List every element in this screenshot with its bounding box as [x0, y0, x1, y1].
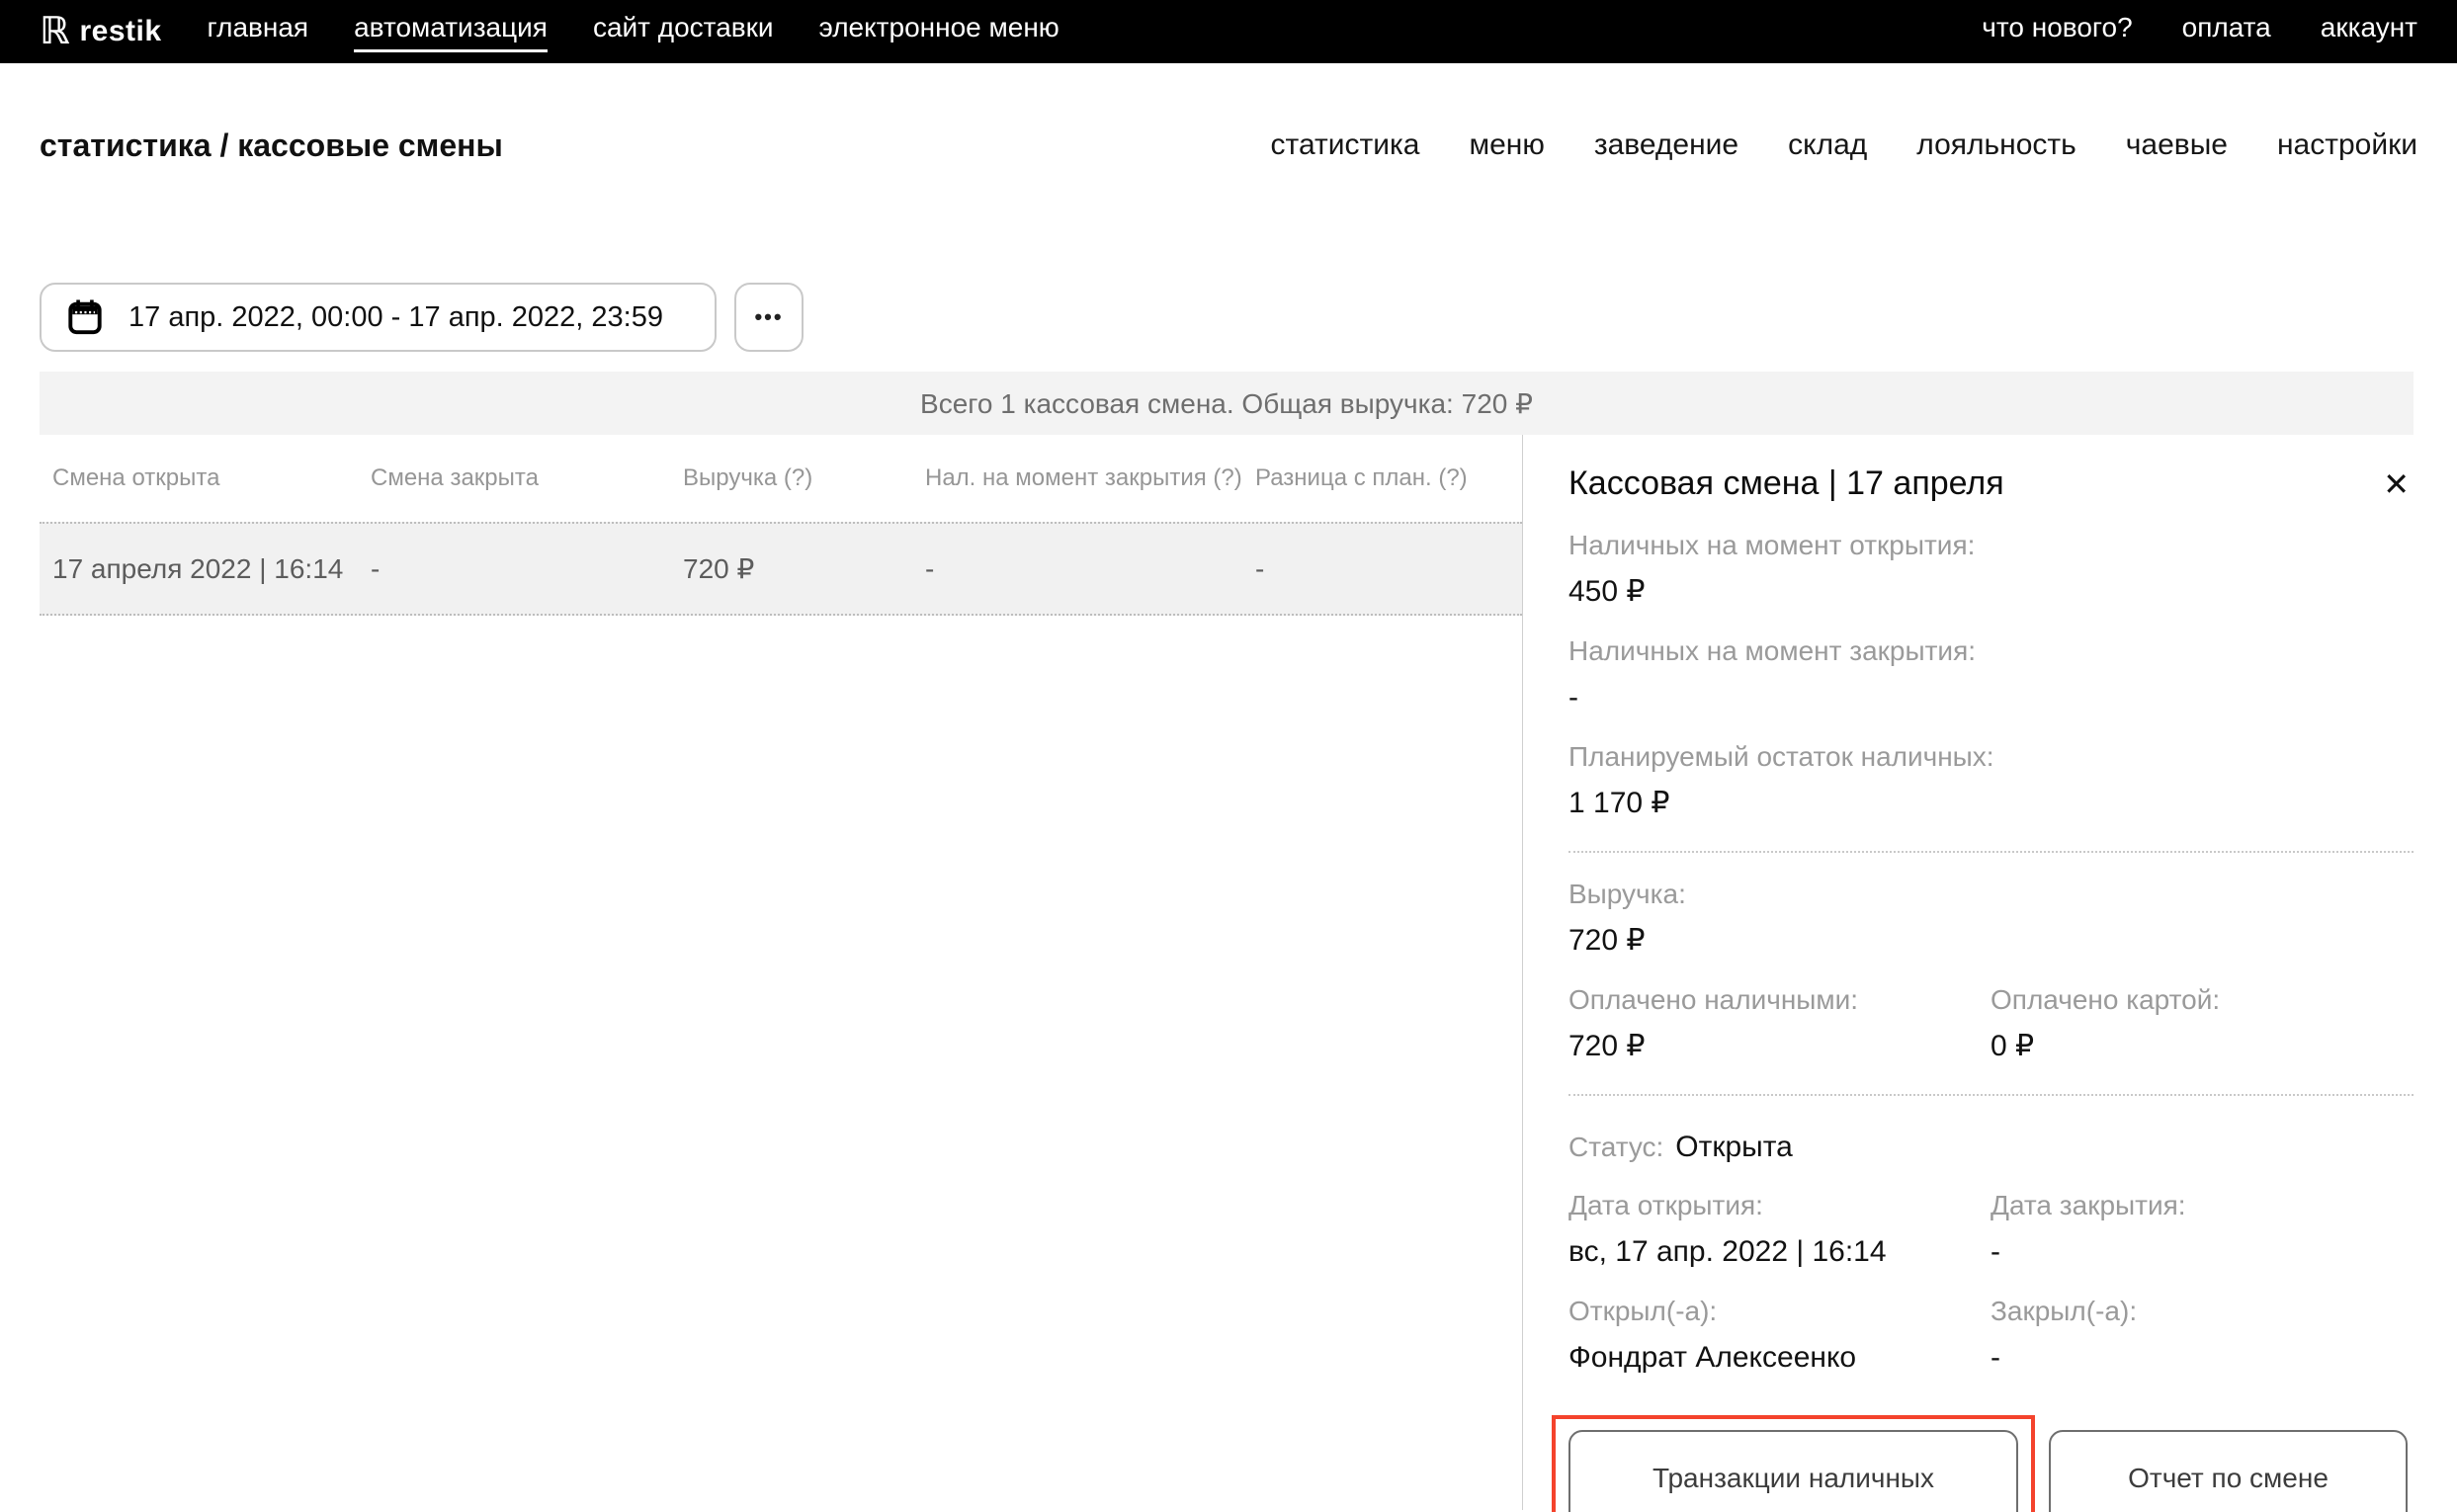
- status-badge: Открыта: [1675, 1131, 1793, 1164]
- tab-nastrojki[interactable]: настройки: [2277, 128, 2417, 162]
- cell-cash-at-close: -: [925, 553, 1255, 585]
- cell-shift-opened: 17 апреля 2022 | 16:14: [52, 553, 371, 585]
- cash-open-label: Наличных на момент открытия:: [1568, 528, 2414, 562]
- cash-transactions-button[interactable]: Транзакции наличных: [1568, 1430, 2018, 1512]
- shift-detail-panel: Кассовая смена | 17 апреля ✕ Наличных на…: [1522, 435, 2457, 1510]
- col-header-revenue: Выручка (?): [683, 464, 925, 492]
- col-header-shift-closed: Смена закрыта: [371, 464, 683, 492]
- paid-cash-value: 720 ₽: [1568, 1029, 1991, 1064]
- nav-item-whats-new[interactable]: что нового?: [1982, 12, 2132, 52]
- closed-at-label: Дата закрытия:: [1991, 1188, 2414, 1222]
- cell-revenue: 720 ₽: [683, 552, 925, 585]
- date-range-picker[interactable]: 17 апр. 2022, 00:00 - 17 апр. 2022, 23:5…: [40, 283, 717, 352]
- planned-cash-value: 1 170 ₽: [1568, 786, 2414, 821]
- more-options-button[interactable]: •••: [734, 283, 804, 352]
- nav-item-akkaunt[interactable]: аккаунт: [2321, 12, 2417, 52]
- col-header-shift-opened: Смена открыта: [52, 464, 371, 492]
- closed-by-label: Закрыл(-а):: [1991, 1294, 2414, 1328]
- paid-card-value: 0 ₽: [1991, 1029, 2414, 1064]
- paid-card-label: Оплачено картой:: [1991, 982, 2414, 1017]
- col-header-plan-diff: Разница с план. (?): [1255, 464, 1522, 492]
- table-header-row: Смена открыта Смена закрыта Выручка (?) …: [40, 435, 1522, 522]
- col-header-cash-at-close: Нал. на момент закрытия (?): [925, 464, 1255, 492]
- summary-bar: Всего 1 кассовая смена. Общая выручка: 7…: [40, 372, 2414, 435]
- nav-item-glavnaya[interactable]: главная: [208, 12, 309, 52]
- calendar-icon: [67, 298, 103, 336]
- main-content: Смена открыта Смена закрыта Выручка (?) …: [0, 435, 2457, 1510]
- opened-by-label: Открыл(-а):: [1568, 1294, 1991, 1328]
- breadcrumb: статистика / кассовые смены: [40, 127, 503, 164]
- cash-open-value: 450 ₽: [1568, 574, 2414, 610]
- section-tabs: статистика меню заведение склад лояльнос…: [1271, 128, 2417, 162]
- tab-zavedenie[interactable]: заведение: [1594, 128, 1738, 162]
- cell-plan-diff: -: [1255, 553, 1522, 585]
- opened-at-label: Дата открытия:: [1568, 1188, 1991, 1222]
- toolbar: 17 апр. 2022, 00:00 - 17 апр. 2022, 23:5…: [40, 283, 2457, 352]
- close-icon[interactable]: ✕: [2379, 464, 2414, 504]
- planned-cash-label: Планируемый остаток наличных:: [1568, 739, 2414, 774]
- opened-by-value: Фондрат Алексеенко: [1568, 1340, 1991, 1376]
- ellipsis-icon: •••: [754, 304, 783, 330]
- nav-item-avtomatizaciya[interactable]: автоматизация: [354, 12, 548, 52]
- revenue-label: Выручка:: [1568, 877, 2414, 911]
- paid-cash-label: Оплачено наличными:: [1568, 982, 1991, 1017]
- tab-loyalnost[interactable]: лояльность: [1916, 128, 2076, 162]
- divider: [1568, 851, 2414, 853]
- shift-report-button[interactable]: Отчет по смене: [2049, 1430, 2408, 1512]
- divider: [1568, 1094, 2414, 1096]
- tab-chaevye[interactable]: чаевые: [2126, 128, 2228, 162]
- tab-menyu[interactable]: меню: [1469, 128, 1544, 162]
- cash-close-value: -: [1568, 680, 2414, 715]
- opened-at-value: вс, 17 апр. 2022 | 16:14: [1568, 1234, 1991, 1270]
- restik-logo-icon: ℝ: [40, 13, 69, 50]
- panel-title: Кассовая смена | 17 апреля: [1568, 464, 2004, 503]
- summary-text: Всего 1 кассовая смена. Общая выручка: 7…: [920, 387, 1533, 420]
- closed-at-value: -: [1991, 1234, 2414, 1270]
- date-range-value: 17 апр. 2022, 00:00 - 17 апр. 2022, 23:5…: [103, 301, 689, 334]
- revenue-value: 720 ₽: [1568, 923, 2414, 959]
- top-navigation: ℝ restik главная автоматизация сайт дост…: [0, 0, 2457, 63]
- tab-statistika[interactable]: статистика: [1271, 128, 1420, 162]
- status-label: Статус:: [1568, 1130, 1663, 1164]
- shifts-table: Смена открыта Смена закрыта Выручка (?) …: [0, 435, 1522, 1510]
- red-highlight-annotation: Транзакции наличных: [1552, 1415, 2035, 1512]
- tab-sklad[interactable]: склад: [1788, 128, 1867, 162]
- cell-shift-closed: -: [371, 553, 683, 585]
- nav-item-elektronnoe-menyu[interactable]: электронное меню: [819, 12, 1059, 52]
- closed-by-value: -: [1991, 1340, 2414, 1376]
- restik-logo[interactable]: ℝ restik: [40, 13, 162, 50]
- nav-item-sajt-dostavki[interactable]: сайт доставки: [593, 12, 774, 52]
- page-header: статистика / кассовые смены статистика м…: [0, 63, 2457, 166]
- cash-close-label: Наличных на момент закрытия:: [1568, 633, 2414, 668]
- nav-item-oplata[interactable]: оплата: [2182, 12, 2271, 52]
- table-row[interactable]: 17 апреля 2022 | 16:14 - 720 ₽ - -: [40, 522, 1522, 616]
- brand-name: restik: [79, 15, 161, 48]
